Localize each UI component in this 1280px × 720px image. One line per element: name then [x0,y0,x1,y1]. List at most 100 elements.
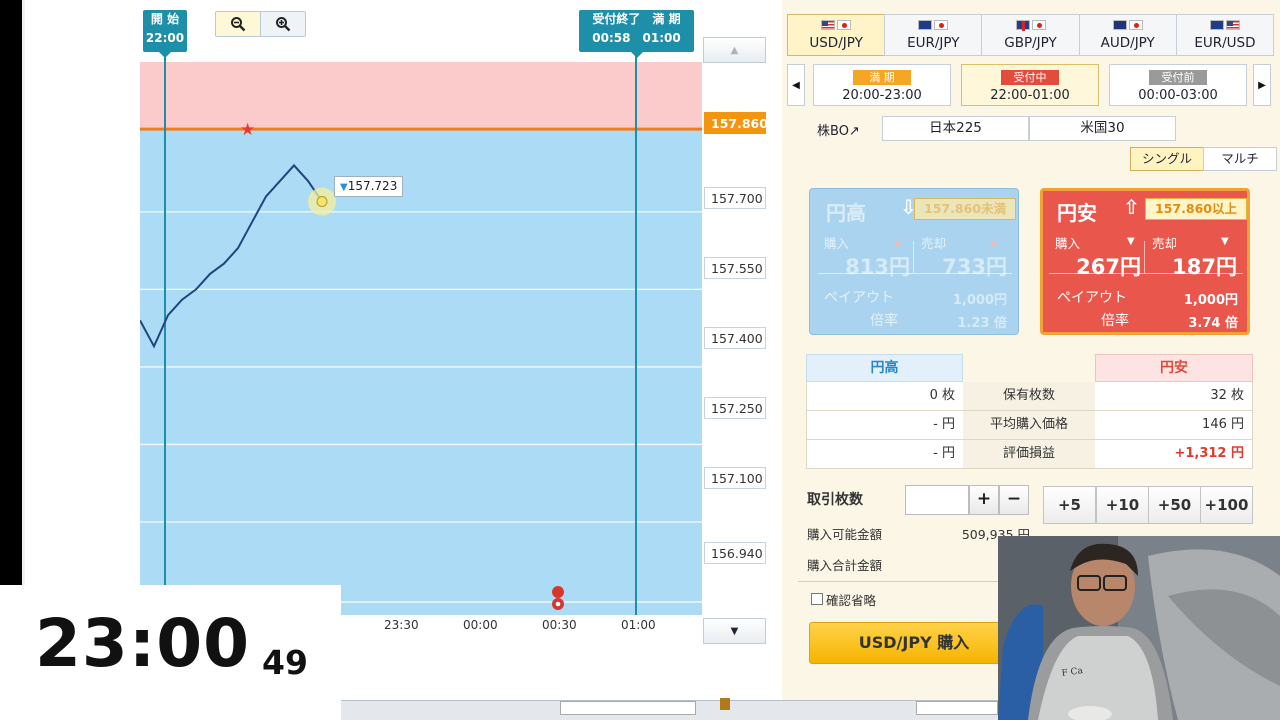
price-chart[interactable]: ★ [140,0,768,640]
time-axis-label: 00:00 [463,618,498,632]
start-marker: 開 始 22:00 [143,10,187,58]
time-axis-label: 00:30 [542,618,577,632]
left-window-edge [0,0,22,585]
us-flag-icon [821,19,836,30]
yen-low-zone [140,62,702,130]
currency-tab-label: USD/JPY [809,34,863,51]
clock-seconds: 49 [262,643,308,682]
yen-low-payout: 1,000円 [1183,293,1238,308]
period-prev-button[interactable]: ◀ [787,64,805,106]
divider [818,273,1012,274]
yen-high-zone [140,129,702,615]
yen-high-card[interactable]: 円高 ⇩ 157.860未満 購入 ▲ 売却 ▲ 813円 733円 ペイアウト… [809,188,1019,335]
yen-low-payout-label: ペイアウト [1057,290,1127,306]
price-axis-label: 157.550 [704,257,766,279]
jp-flag-icon [1128,19,1143,30]
yen-low-card[interactable]: 円安 ⇧ 157.860以上 購入 ▼ 売却 ▼ 267円 187円 ペイアウト… [1040,188,1250,335]
yen-high-payout: 1,000円 [952,293,1007,308]
currency-tab-usd-jpy[interactable]: USD/JPY [787,14,886,56]
currency-tab-label: AUD/JPY [1100,34,1155,51]
time-axis-label: 01:00 [621,618,656,632]
mode-toggle: シングル マルチ [1130,147,1277,171]
period-time: 20:00-23:00 [842,88,922,103]
period-status-badge: 受付中 [1001,70,1059,85]
scroll-up-button[interactable]: ▲ [703,37,766,63]
quantity-minus-button[interactable]: − [999,485,1029,515]
yen-high-rate: 1.23 倍 [957,316,1007,331]
yen-high-sell-label: 売却 [921,236,947,251]
triangle-up-icon: ▲ [894,238,901,248]
divider [1049,273,1243,274]
currency-tabs: USD/JPY EUR/JPY GBP/JPY AUD/JPY EUR/USD [787,14,1275,56]
jp-flag-icon [1031,19,1046,30]
target-price-label: 157.860 [704,112,768,134]
nikkei225-button[interactable]: 日本225 [882,116,1029,141]
scroll-down-button[interactable]: ▼ [703,618,766,644]
holdings-yen-high-header: 円高 [806,354,963,382]
expiry-marker: 受付終了 満 期 00:58 01:00 [579,10,694,58]
yen-low-title: 円安 [1057,201,1097,225]
total-amount-label: 購入合計金額 [807,558,883,573]
single-mode-button[interactable]: シングル [1130,147,1204,171]
period-time: 00:00-03:00 [1138,88,1218,103]
jp-flag-icon [837,19,852,30]
available-amount-label: 購入可能金額 [807,527,883,542]
currency-tab-gbp-jpy[interactable]: GBP/JPY [981,14,1080,56]
flag-icons [821,19,852,32]
current-price-value: 157.723 [347,179,398,193]
currency-tab-label: GBP/JPY [1004,34,1057,51]
increment-button[interactable]: +100 [1200,486,1253,524]
yen-low-buy-price: 267円 [1076,255,1141,279]
webcam-video: F Ca [998,536,1280,720]
holdings-yen-low-value: 32 枚 [1095,382,1253,410]
bottom-field[interactable] [916,701,998,715]
buy-button[interactable]: USD/JPY 購入 [809,622,1019,664]
increment-button[interactable]: +50 [1148,486,1201,524]
expiry-marker-time: 00:58 01:00 [592,31,681,45]
time-axis-label: 23:30 [384,618,419,632]
flag-icons [1112,19,1143,32]
flag-icons [918,19,949,32]
holdings-yen-high-value: - 円 [806,440,963,468]
holdings-table: 円高 円安 0 枚保有枚数 32 枚- 円平均購入価格 146 円- 円評価損益 +1… [806,354,1253,469]
currency-tab-eur-jpy[interactable]: EUR/JPY [884,14,983,56]
multi-mode-button[interactable]: マルチ [1203,147,1277,171]
holdings-yen-low-value: +1,312 円 [1095,440,1253,468]
holdings-row-label: 評価損益 [963,440,1095,468]
bottom-select[interactable] [560,701,696,715]
divider [798,581,1008,582]
bottom-marker-icon [720,698,730,710]
yen-low-sell-label: 売却 [1152,236,1178,251]
stock-bo-link[interactable]: 株BO↗ [817,120,860,139]
yen-high-sell-price: 733円 [942,255,1007,279]
zoom-controls [215,11,306,37]
currency-tab-aud-jpy[interactable]: AUD/JPY [1078,14,1177,56]
yen-low-rate: 3.74 倍 [1188,316,1238,331]
start-marker-title: 開 始 [150,12,180,26]
us30-button[interactable]: 米国30 [1029,116,1176,141]
triangle-up-icon: ▲ [990,238,997,248]
yen-high-condition: 157.860未満 [914,198,1016,220]
zoom-in-icon[interactable] [261,12,305,36]
increment-button[interactable]: +10 [1096,486,1149,524]
zoom-out-icon[interactable] [216,12,261,36]
holdings-row-label: 保有枚数 [963,382,1095,410]
us-flag-icon [1225,19,1240,30]
yen-low-rate-label: 倍率 [1101,313,1129,329]
holdings-row-label: 平均購入価格 [963,411,1095,439]
period-option[interactable]: 満 期 20:00-23:00 [813,64,951,106]
quantity-plus-button[interactable]: + [969,485,999,515]
increment-button[interactable]: +5 [1043,486,1096,524]
period-next-button[interactable]: ▶ [1253,64,1271,106]
period-option[interactable]: 受付前 00:00-03:00 [1109,64,1247,106]
currency-tab-eur-usd[interactable]: EUR/USD [1175,14,1275,56]
flag-icons [1015,19,1046,32]
period-time: 22:00-01:00 [990,88,1070,103]
gb-flag-icon [1015,19,1030,31]
price-axis-label: 157.400 [704,327,766,349]
period-option[interactable]: 受付中 22:00-01:00 [961,64,1099,106]
expiry-marker-title: 受付終了 満 期 [592,12,681,26]
price-axis-label: 156.940 [704,542,766,564]
skip-confirm-checkbox[interactable] [811,593,823,605]
quantity-input[interactable] [905,485,969,515]
